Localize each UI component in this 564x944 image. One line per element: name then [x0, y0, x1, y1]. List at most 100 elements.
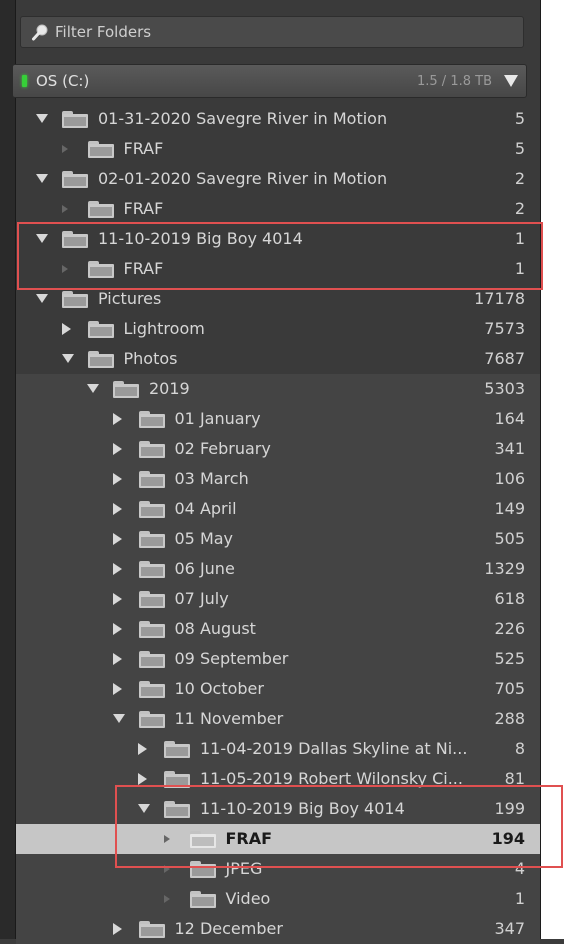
folder-row[interactable]: 05 May 505 — [16, 524, 540, 554]
folder-row[interactable]: 01-31-2020 Savegre River in Motion 5 — [16, 104, 540, 134]
folder-name: 08 August — [174, 619, 256, 638]
folder-row[interactable]: 11-05-2019 Robert Wilonsky Ci... 81 — [16, 764, 540, 794]
folder-icon — [113, 381, 139, 398]
disclosure-open-icon[interactable] — [36, 294, 48, 303]
folder-row[interactable]: 02 February 341 — [16, 434, 540, 464]
folder-photo-count: 226 — [494, 619, 525, 638]
folder-photo-count: 288 — [494, 709, 525, 728]
folder-row[interactable]: 02-01-2020 Savegre River in Motion 2 — [16, 164, 540, 194]
folder-photo-count: 81 — [504, 769, 525, 788]
disclosure-open-icon[interactable] — [87, 384, 99, 393]
folder-icon — [189, 831, 216, 848]
volume-menu-arrow-icon[interactable] — [504, 75, 518, 87]
disclosure-open-icon[interactable] — [138, 804, 150, 813]
folder-name: 12 December — [174, 919, 283, 938]
folder-row[interactable]: 08 August 226 — [16, 614, 540, 644]
disclosure-open-icon[interactable] — [36, 114, 48, 123]
folder-name: FRAF — [225, 829, 273, 848]
folder-icon — [138, 921, 165, 938]
disclosure-open-icon[interactable] — [112, 714, 125, 723]
folder-row[interactable]: FRAF 5 — [16, 134, 540, 164]
folder-name: FRAF — [123, 199, 164, 218]
folder-photo-count: 149 — [494, 499, 525, 518]
folder-name: 11-05-2019 Robert Wilonsky Ci... — [200, 769, 463, 788]
disclosure-closed-icon[interactable] — [112, 443, 122, 455]
folder-icon — [164, 771, 190, 788]
folder-tree: 01-31-2020 Savegre River in Motion 5 FRAF 5… — [16, 104, 540, 944]
folder-row[interactable]: 12 December 347 — [16, 914, 540, 944]
folder-photo-count: 7687 — [484, 349, 525, 368]
disclosure-closed-icon[interactable] — [112, 653, 122, 665]
folder-row[interactable]: 11-04-2019 Dallas Skyline at Ni... 8 — [16, 734, 540, 764]
leaf-arrow-icon — [163, 865, 170, 873]
folder-name: 09 September — [174, 649, 289, 668]
folder-row[interactable]: JPEG 4 — [16, 854, 540, 884]
disclosure-closed-icon[interactable] — [112, 593, 122, 605]
disclosure-closed-icon[interactable] — [61, 323, 71, 335]
window-background — [540, 0, 564, 939]
disclosure-closed-icon[interactable] — [112, 413, 122, 425]
folder-row[interactable]: Photos 7687 — [16, 344, 540, 374]
folder-name: FRAF — [123, 259, 164, 278]
folder-icon — [164, 741, 190, 758]
volume-header[interactable]: OS (C:) 1.5 / 1.8 TB — [12, 64, 527, 98]
folder-row[interactable]: FRAF 2 — [16, 194, 540, 224]
folder-row[interactable]: 01 January 164 — [16, 404, 540, 434]
folder-row[interactable]: 07 July 618 — [16, 584, 540, 614]
folder-row[interactable]: FRAF 194 — [16, 824, 540, 854]
folder-row[interactable]: 11-10-2019 Big Boy 4014 199 — [16, 794, 540, 824]
folder-photo-count: 1 — [514, 229, 525, 248]
folder-photo-count: 2 — [514, 169, 525, 188]
disclosure-closed-icon[interactable] — [112, 563, 122, 575]
folder-row[interactable]: FRAF 1 — [16, 254, 540, 284]
folder-name: 05 May — [174, 529, 234, 548]
folder-photo-count: 525 — [494, 649, 525, 668]
folder-row[interactable]: 03 March 106 — [16, 464, 540, 494]
folder-photo-count: 1329 — [484, 559, 525, 578]
leaf-arrow-icon — [163, 835, 170, 843]
folder-row[interactable]: 11 November 288 — [16, 704, 540, 734]
folder-icon — [87, 351, 114, 368]
folder-row[interactable]: 06 June 1329 — [16, 554, 540, 584]
disclosure-open-icon[interactable] — [36, 234, 48, 243]
disclosure-closed-icon[interactable] — [112, 503, 122, 515]
folder-name: 11-10-2019 Big Boy 4014 — [98, 229, 303, 248]
folder-row[interactable]: Lightroom 7573 — [16, 314, 540, 344]
leaf-arrow-icon — [61, 265, 68, 273]
folder-icon — [138, 711, 165, 728]
drive-status-indicator — [22, 75, 27, 87]
disclosure-open-icon[interactable] — [36, 174, 48, 183]
disclosure-open-icon[interactable] — [61, 354, 74, 363]
disclosure-closed-icon[interactable] — [138, 773, 147, 785]
folder-photo-count: 8 — [514, 739, 525, 758]
disclosure-closed-icon[interactable] — [112, 683, 122, 695]
leaf-arrow-icon — [163, 895, 170, 903]
folder-icon — [138, 561, 165, 578]
folder-photo-count: 347 — [494, 919, 525, 938]
folder-icon — [87, 141, 114, 158]
folder-row[interactable]: 11-10-2019 Big Boy 4014 1 — [16, 224, 540, 254]
folder-name: 10 October — [174, 679, 264, 698]
folder-photo-count: 705 — [494, 679, 525, 698]
folder-row[interactable]: 10 October 705 — [16, 674, 540, 704]
folder-name: JPEG — [225, 859, 263, 878]
left-panel-edge — [0, 0, 16, 939]
folder-icon — [138, 621, 165, 638]
disclosure-closed-icon[interactable] — [112, 533, 122, 545]
folder-row[interactable]: 2019 5303 — [16, 374, 540, 404]
folder-icon — [138, 501, 165, 518]
folder-icon — [87, 321, 114, 338]
disclosure-closed-icon[interactable] — [112, 623, 122, 635]
folder-name: 11 November — [174, 709, 284, 728]
folder-photo-count: 2 — [514, 199, 525, 218]
filter-folders-input[interactable]: Filter Folders — [20, 16, 524, 48]
disclosure-closed-icon[interactable] — [138, 743, 147, 755]
folder-icon — [138, 471, 165, 488]
disclosure-closed-icon[interactable] — [112, 923, 122, 935]
folder-row[interactable]: Video 1 — [16, 884, 540, 914]
disclosure-closed-icon[interactable] — [112, 473, 122, 485]
folder-row[interactable]: 09 September 525 — [16, 644, 540, 674]
folder-row[interactable]: Pictures 17178 — [16, 284, 540, 314]
folder-row[interactable]: 04 April 149 — [16, 494, 540, 524]
folder-name: Photos — [123, 349, 178, 368]
